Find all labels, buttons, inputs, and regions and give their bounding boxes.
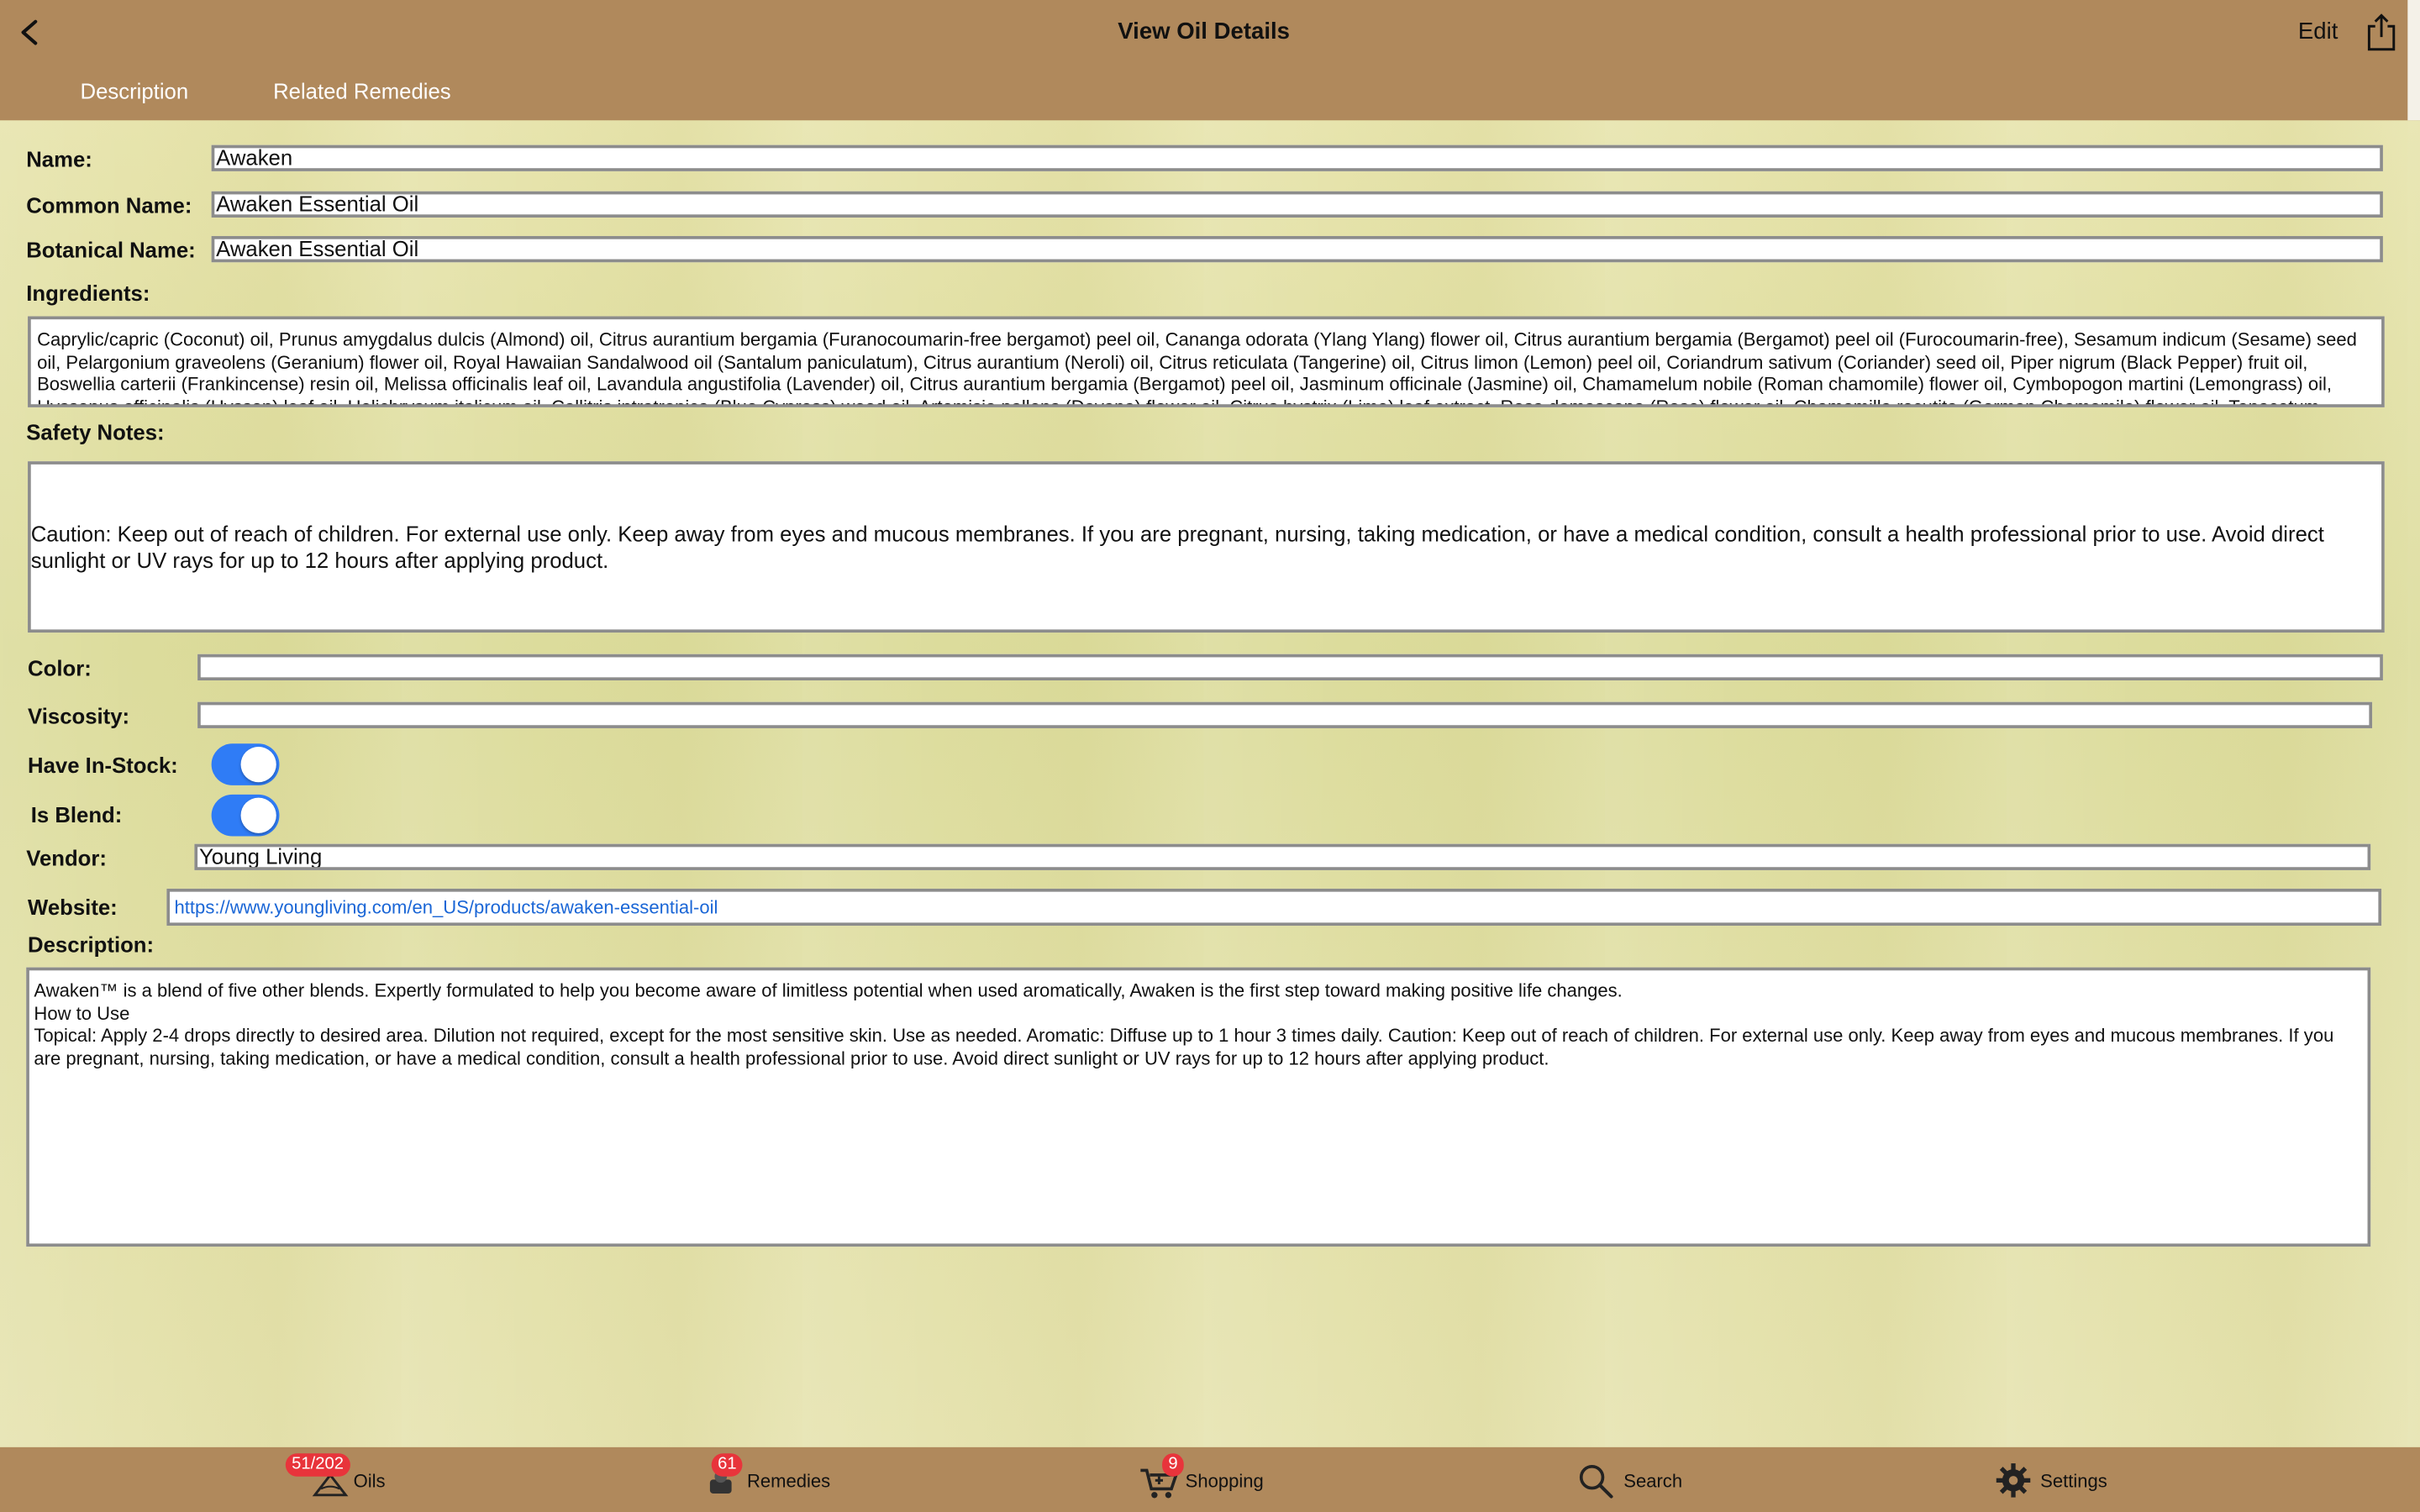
tabbar-shopping-label: Shopping [1185,1470,1264,1493]
color-field[interactable] [197,654,2383,680]
safety-notes-textarea[interactable]: Caution: Keep out of reach of children. … [28,461,2385,633]
remedies-count-badge: 61 [711,1453,743,1477]
color-label: Color: [28,655,92,680]
vendor-field[interactable]: Young Living [194,843,2371,870]
name-field[interactable]: Awaken [211,144,2383,171]
tabbar-oils-label: Oils [353,1470,386,1493]
shopping-count-badge: 9 [1162,1453,1185,1477]
vendor-label: Vendor: [26,845,107,870]
common-name-field[interactable]: Awaken Essential Oil [211,191,2383,218]
description-textarea[interactable]: Awaken™ is a blend of five other blends.… [26,967,2371,1247]
description-line: Topical: Apply 2-4 drops directly to des… [34,1024,2334,1068]
page-title: View Oil Details [1118,18,1290,45]
oils-count-badge: 51/202 [285,1453,350,1477]
ingredients-textarea[interactable]: Caprylic/capric (Coconut) oil, Prunus am… [28,316,2385,407]
search-icon [1579,1464,1613,1499]
tabbar-settings-label: Settings [2040,1470,2107,1493]
tabbar-search[interactable]: Search [1577,1447,1701,1512]
is-blend-label: Is Blend: [30,802,123,827]
tabbar-remedies-label: Remedies [746,1470,831,1493]
website-field[interactable]: https://www.youngliving.com/en_US/produc… [166,888,2382,927]
in-stock-toggle[interactable] [211,743,280,785]
tab-description[interactable]: Description [81,79,189,103]
bottom-tab-bar: Oils 51/202 Remedies 61 Shopping 9 Searc… [0,1446,2420,1512]
safety-notes-label: Safety Notes: [26,419,165,444]
tabbar-shopping[interactable]: Shopping 9 [1139,1447,1278,1512]
is-blend-toggle[interactable] [211,794,280,837]
tab-related-remedies[interactable]: Related Remedies [273,79,451,103]
common-name-label: Common Name: [26,192,192,218]
ingredients-label: Ingredients: [26,281,150,306]
botanical-name-field[interactable]: Awaken Essential Oil [211,236,2383,263]
description-line: Awaken™ is a blend of five other blends.… [34,979,1623,1002]
toggle-knob [240,746,276,783]
viscosity-field[interactable] [197,701,2373,728]
viscosity-label: Viscosity: [28,703,130,728]
botanical-name-label: Botanical Name: [26,237,196,263]
edit-button[interactable]: Edit [2298,18,2338,45]
tabbar-settings[interactable]: Settings [1996,1447,2134,1512]
tabbar-oils[interactable]: Oils 51/202 [285,1447,409,1512]
safety-notes-text: Caution: Keep out of reach of children. … [30,521,2324,572]
tabbar-search-label: Search [1623,1470,1683,1493]
tabbar-remedies[interactable]: Remedies 61 [702,1447,841,1512]
website-label: Website: [28,895,118,920]
share-icon[interactable] [2365,13,2398,53]
gear-icon [1996,1463,2031,1498]
toggle-knob [240,797,276,833]
website-link[interactable]: https://www.youngliving.com/en_US/produc… [175,896,718,918]
description-label: Description: [28,932,155,957]
description-line: How to Use [34,1001,130,1024]
in-stock-label: Have In-Stock: [28,753,178,778]
name-label: Name: [26,146,92,171]
navigation-bar: View Oil Details Edit Description Relate… [0,0,2420,121]
